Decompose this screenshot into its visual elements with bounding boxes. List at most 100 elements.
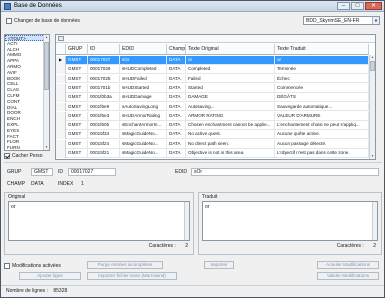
scroll-up-icon[interactable]: ▲ — [44, 35, 49, 40]
table-row[interactable]: GMST 00015f21 sMagicGuideNo... DATA Objectiv… — [56, 149, 375, 158]
maximize-button[interactable]: □ — [351, 2, 364, 10]
records-grid[interactable]: GRUP ID EDID Champ Texte Original Texte Tradu… — [55, 34, 376, 160]
cell-id[interactable]: 00015f34 — [88, 130, 120, 140]
cell-texte-original[interactable]: or — [186, 56, 275, 65]
checkbox-checked-icon[interactable] — [4, 153, 10, 159]
cell-texte-traduit[interactable]: Terminée — [275, 65, 369, 75]
change-db-checkbox[interactable]: Changer de base de données — [6, 18, 80, 24]
cell-texte-traduit[interactable]: Commencée — [275, 83, 369, 93]
cell-texte-original[interactable]: No direct path seen. — [186, 139, 275, 149]
cancel-modifications-button[interactable]: Annuler Modifications — [317, 261, 379, 269]
column-header-grup[interactable]: GRUP — [66, 44, 88, 55]
cell-id[interactable]: 0001f0b3a — [88, 93, 120, 103]
scroll-down-icon[interactable]: ▼ — [370, 154, 375, 159]
list-scrollbar[interactable]: ▲ ▼ — [43, 35, 49, 150]
cell-texte-traduit[interactable]: Aucune quête active. — [275, 130, 369, 140]
column-header-edid[interactable]: EDID — [120, 44, 167, 55]
cell-id[interactable]: 00015f21 — [88, 149, 120, 158]
cell-grup[interactable]: GMST — [66, 130, 88, 140]
cell-id[interactable]: 00017027 — [88, 56, 120, 65]
table-row[interactable]: GMST 00015f34 sMagicGuideNo... DATA No activ… — [56, 130, 375, 140]
cell-id[interactable]: 0001f6e3 — [88, 111, 120, 121]
import-text-file-button[interactable]: Importer fichier texte (Morrowind) — [87, 272, 177, 280]
cell-grup[interactable]: GMST — [66, 93, 88, 103]
table-row[interactable]: ▶ GMST 00017027 sOr DATA or or — [56, 56, 375, 65]
cell-texte-traduit[interactable]: Aucun passage détecté. — [275, 139, 369, 149]
cell-grup[interactable]: GMST — [66, 121, 88, 130]
cell-edid[interactable]: sHUDFailed — [120, 74, 167, 84]
cell-grup[interactable]: GMST — [66, 111, 88, 121]
cell-texte-traduit[interactable]: L'objectif n'est pas dans cette zone. — [275, 149, 369, 158]
splitter[interactable] — [4, 162, 382, 165]
cell-champ[interactable]: DATA — [167, 149, 186, 158]
modifications-checkbox[interactable]: Modifications activées — [4, 263, 61, 269]
cell-edid[interactable]: sHUDDamage — [120, 93, 167, 103]
column-header-id[interactable]: ID — [88, 44, 120, 55]
cell-grup[interactable]: GMST — [66, 102, 88, 112]
cell-texte-traduit[interactable]: Sauvegarde automatique... — [275, 102, 369, 112]
textarea-scrollbar[interactable] — [372, 202, 377, 240]
import-button[interactable]: Importer — [204, 261, 234, 269]
cell-id[interactable]: 00017025 — [88, 74, 120, 84]
table-row[interactable]: GMST 00015f24 sMagicGuideNo... DATA No direc… — [56, 139, 375, 149]
cell-texte-original[interactable]: Started — [186, 83, 275, 93]
cell-texte-traduit[interactable]: DÉGÂTS — [275, 93, 369, 103]
cell-texte-traduit[interactable]: or — [275, 56, 369, 65]
cell-champ[interactable]: DATA — [167, 74, 186, 84]
table-row[interactable]: GMST 00017026 sHUDCompleted DATA Completed Te… — [56, 65, 375, 75]
cell-texte-original[interactable]: ARMOR RATING — [186, 111, 275, 121]
cell-edid[interactable]: sOr — [120, 56, 167, 65]
cell-texte-original[interactable]: Failed — [186, 74, 275, 84]
column-header-texte-original[interactable]: Texte Original — [186, 44, 275, 55]
row-marker[interactable] — [56, 83, 66, 93]
row-marker[interactable] — [56, 111, 66, 121]
cell-id[interactable]: 0001701b — [88, 83, 120, 93]
validate-modifications-button[interactable]: Valider Modifications — [317, 272, 379, 280]
original-textarea[interactable]: or — [8, 201, 190, 241]
cell-grup[interactable]: GMST — [66, 56, 88, 65]
cell-edid[interactable]: sMagicGuideNo... — [120, 149, 167, 158]
table-row[interactable]: GMST 00017025 sHUDFailed DATA Failed Échec — [56, 74, 375, 84]
column-header-champ[interactable]: Champ — [167, 44, 186, 55]
cell-grup[interactable]: GMST — [66, 74, 88, 84]
row-marker[interactable] — [56, 65, 66, 75]
cell-grup[interactable]: GMST — [66, 149, 88, 158]
minimize-button[interactable]: – — [337, 2, 350, 10]
cell-edid[interactable]: sMagicGuideNo... — [120, 130, 167, 140]
cell-edid[interactable]: sHUDStarted — [120, 83, 167, 93]
traduit-textarea[interactable]: or — [202, 201, 378, 241]
cell-texte-traduit[interactable]: Échec — [275, 74, 369, 84]
table-row[interactable]: GMST 0001f6e3 sHUDArmorRating DATA ARMOR RAT… — [56, 111, 375, 121]
cell-edid[interactable]: sAutoSavingLong — [120, 102, 167, 112]
row-marker[interactable] — [56, 149, 66, 158]
cell-champ[interactable]: DATA — [167, 56, 186, 65]
column-header-texte-traduit[interactable]: Texte Traduit — [275, 44, 369, 55]
cell-texte-original[interactable]: Objective is not in this area. — [186, 149, 275, 158]
cell-texte-original[interactable]: Completed — [186, 65, 275, 75]
chevron-down-icon[interactable]: ▼ — [372, 17, 379, 24]
cell-champ[interactable]: DATA — [167, 65, 186, 75]
cell-texte-original[interactable]: DAMAGE — [186, 93, 275, 103]
row-marker[interactable] — [56, 139, 66, 149]
database-select[interactable]: BDD_SkyrimSE_EN-FR ▼ — [303, 16, 380, 25]
cell-id[interactable]: 00015f24 — [88, 139, 120, 149]
cell-champ[interactable]: DATA — [167, 111, 186, 121]
scroll-down-icon[interactable]: ▼ — [44, 145, 49, 150]
cell-champ[interactable]: DATA — [167, 102, 186, 112]
cell-edid[interactable]: sEnchantArmorIn... — [120, 121, 167, 130]
cell-texte-traduit[interactable]: L'enchantement choisi ne peut s'appliq..… — [275, 121, 369, 130]
scroll-thumb[interactable] — [44, 42, 49, 90]
cell-texte-original[interactable]: No active quest. — [186, 130, 275, 140]
cell-texte-traduit[interactable]: VALEUR D'ARMURE — [275, 111, 369, 121]
close-button[interactable]: ✕ — [365, 2, 382, 10]
cell-grup[interactable]: GMST — [66, 83, 88, 93]
purge-button[interactable]: Purge entrées incomplètes — [87, 261, 163, 269]
cell-id[interactable]: 0001f60b — [88, 121, 120, 130]
table-row[interactable]: GMST 0001f6e9 sAutoSavingLong DATA Autosavin… — [56, 102, 375, 112]
record-type-list[interactable]: <TOUT> ACTI ALCH AMMO APPA ARMO AVIF BOOK CELL CL… — [4, 34, 50, 151]
cell-id[interactable]: 0001f6e9 — [88, 102, 120, 112]
checkbox-icon[interactable] — [4, 263, 10, 269]
row-marker[interactable] — [56, 130, 66, 140]
cell-champ[interactable]: DATA — [167, 139, 186, 149]
table-row[interactable]: GMST 0001f60b sEnchantArmorIn... DATA Chosen… — [56, 121, 375, 130]
